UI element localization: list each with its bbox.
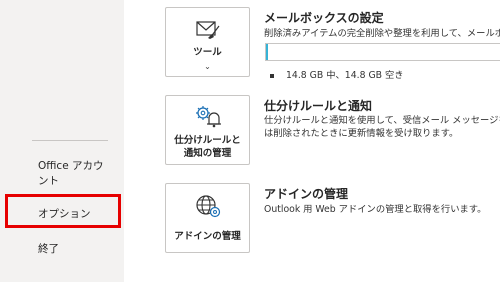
- manage-rules-alerts-label-line2: 通知の管理: [183, 148, 232, 159]
- gear-bell-icon: [166, 104, 249, 132]
- storage-status-text: 14.8 GB 中、14.8 GB 空き: [286, 70, 404, 81]
- rules-alerts-description-line2: は削除されたときに更新情報を受け取ります。: [264, 128, 459, 139]
- tools-button[interactable]: ツール ⌄: [165, 7, 250, 77]
- mailbox-settings-description: 削除済みアイテムの完全削除や整理を利用して、メールボ: [264, 28, 500, 39]
- rules-alerts-description-line1: 仕分けルールと通知を使用して、受信メール メッセージを: [264, 115, 500, 126]
- backstage-sidebar: Office アカウント オプション 終了: [0, 0, 124, 282]
- chevron-down-icon: ⌄: [204, 62, 211, 71]
- storage-progress-fill: [266, 44, 269, 60]
- mail-broom-icon: [166, 18, 249, 44]
- globe-gear-icon: [166, 193, 249, 223]
- mailbox-settings-title: メールボックスの設定: [264, 11, 384, 25]
- manage-addins-label: アドインの管理: [174, 231, 241, 242]
- rules-alerts-title: 仕分けルールと通知: [264, 99, 373, 113]
- sidebar-item-exit[interactable]: 終了: [38, 242, 59, 257]
- tools-button-label: ツール: [193, 47, 222, 58]
- bullet-icon: [270, 73, 274, 78]
- sidebar-item-office-account[interactable]: Office アカウント: [38, 159, 108, 189]
- addins-title: アドインの管理: [264, 187, 349, 201]
- manage-rules-alerts-button[interactable]: 仕分けルールと 通知の管理: [165, 95, 250, 165]
- sidebar-divider: [32, 140, 108, 141]
- manage-rules-alerts-label-line1: 仕分けルールと: [174, 135, 241, 146]
- sidebar-item-options[interactable]: オプション: [38, 207, 91, 222]
- manage-addins-button[interactable]: アドインの管理: [165, 183, 250, 253]
- addins-description: Outlook 用 Web アドインの管理と取得を行います。: [264, 204, 487, 215]
- storage-progress-bar: [265, 43, 500, 61]
- storage-status: 14.8 GB 中、14.8 GB 空き: [270, 67, 404, 81]
